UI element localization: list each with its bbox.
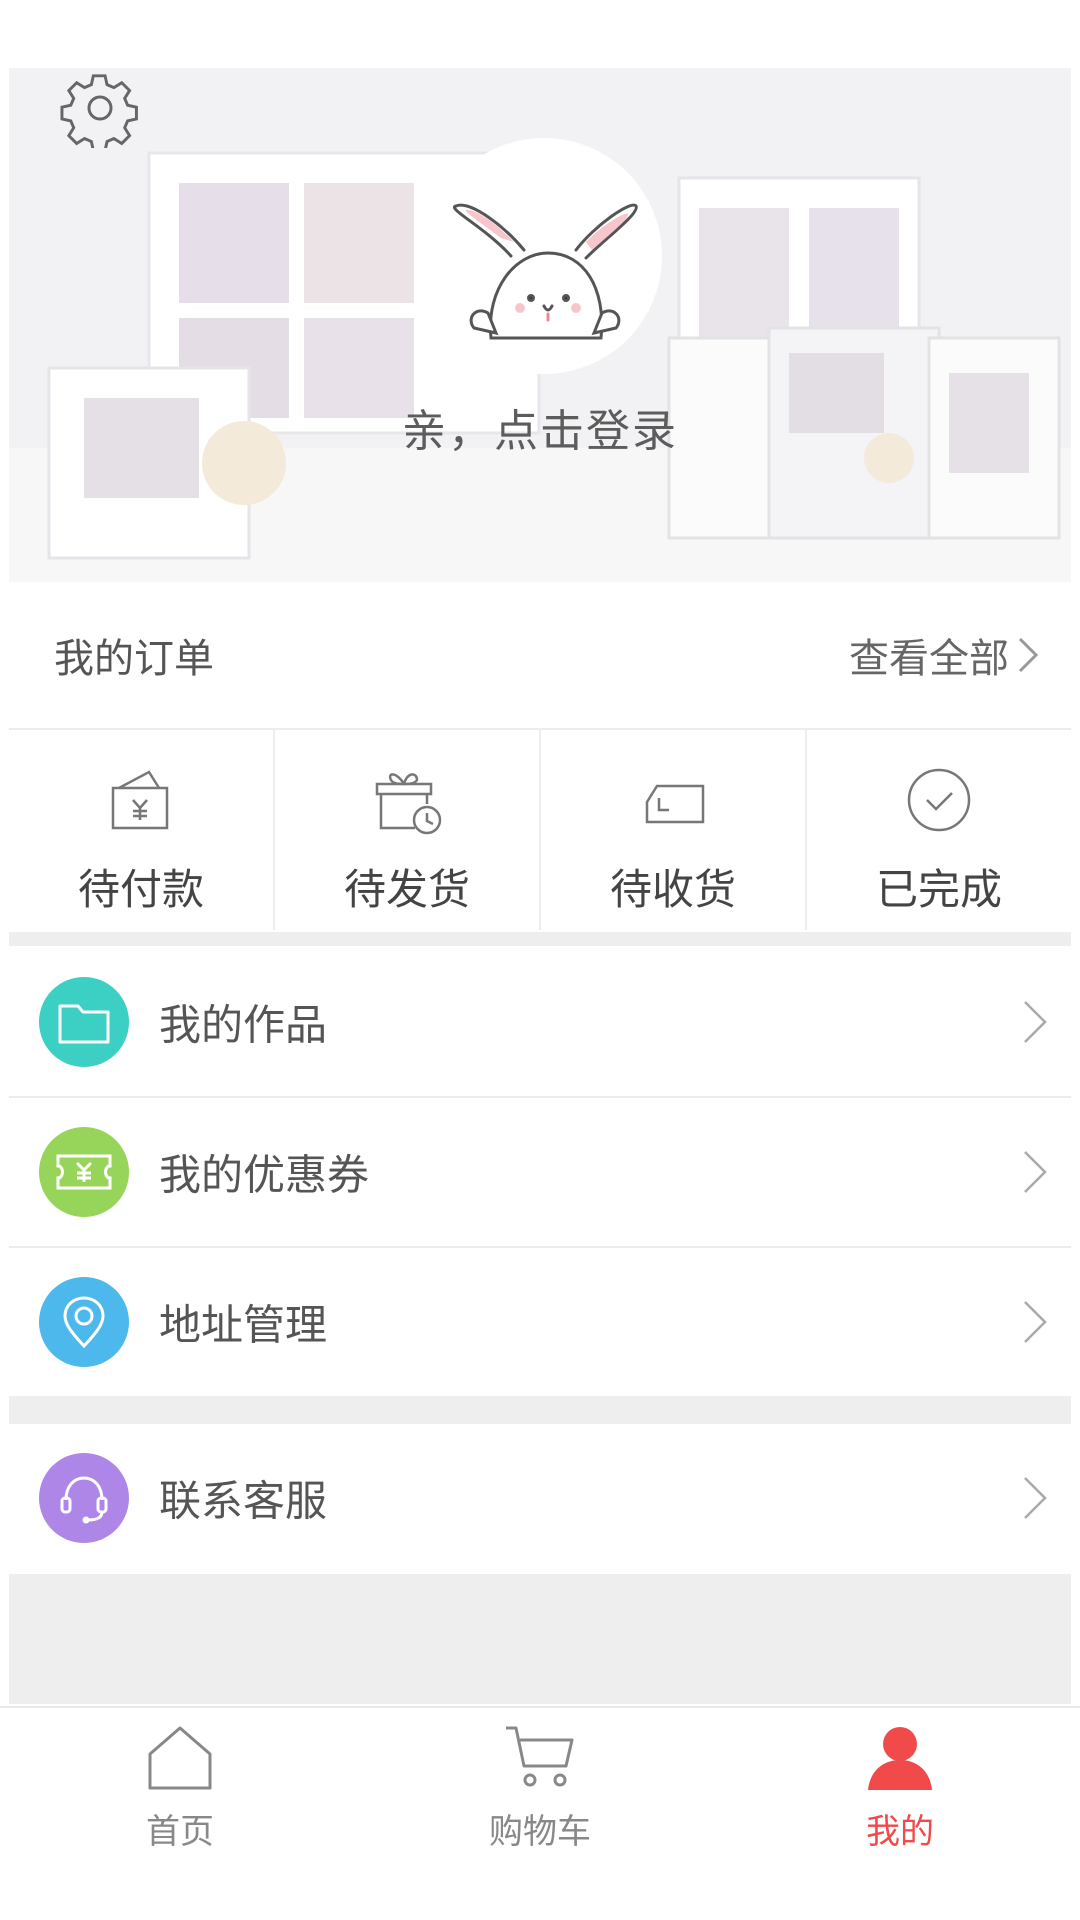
- status-pending-payment[interactable]: 待付款: [9, 730, 275, 930]
- nav-label: 购物车: [489, 1812, 591, 1852]
- menu-label: 联系客服: [159, 1476, 328, 1526]
- settings-button[interactable]: [60, 68, 140, 152]
- status-pending-shipment[interactable]: 待发货: [275, 730, 541, 930]
- user-icon: [868, 1727, 932, 1790]
- chevron-right-icon: [1018, 637, 1039, 673]
- bottom-nav: 首页 购物车 我的: [0, 1706, 1080, 1920]
- menu-label: 我的作品: [159, 1000, 328, 1050]
- nav-cart[interactable]: 购物车: [360, 1708, 720, 1920]
- gear-icon: [60, 74, 138, 152]
- chevron-right-icon: [1024, 1301, 1047, 1343]
- coupons-icon-badge: [39, 1127, 129, 1217]
- status-label: 待发货: [343, 865, 470, 914]
- location-pin-icon: [63, 1296, 105, 1349]
- profile-page: 亲，点击登录 我的订单 查看全部 待付款 待发货 待收货 已完成 我的作品 我的…: [0, 0, 1080, 1920]
- gift-clock-icon: [375, 773, 442, 835]
- address-icon-badge: [39, 1277, 129, 1367]
- wallet-yen-icon: [111, 770, 169, 830]
- menu-item-address-management[interactable]: 地址管理: [9, 1248, 1071, 1396]
- nav-label: 我的: [866, 1812, 934, 1852]
- orders-header: 我的订单 查看全部: [9, 582, 1071, 730]
- menu-label: 我的优惠券: [159, 1150, 370, 1200]
- chevron-right-icon: [1024, 1151, 1047, 1193]
- status-label: 待收货: [609, 865, 736, 914]
- empty-area: [9, 1574, 1071, 1704]
- nav-label: 首页: [146, 1812, 214, 1852]
- section-divider: [9, 1396, 1071, 1424]
- truck-icon: [645, 784, 705, 824]
- my-works-icon-badge: [39, 977, 129, 1067]
- service-icon-badge: [39, 1453, 129, 1543]
- chevron-right-icon: [1024, 1477, 1047, 1519]
- check-circle-icon: [907, 768, 971, 832]
- status-pending-receipt[interactable]: 待收货: [541, 730, 807, 930]
- order-status-row: 待付款 待发货 待收货 已完成: [9, 730, 1071, 930]
- status-label: 待付款: [77, 865, 204, 914]
- bunny-avatar-icon: [452, 203, 638, 340]
- cart-icon: [506, 1726, 574, 1787]
- folder-icon: [58, 1004, 110, 1044]
- home-icon: [148, 1726, 212, 1790]
- status-completed[interactable]: 已完成: [807, 730, 1071, 930]
- menu-label: 地址管理: [159, 1300, 328, 1350]
- menu-item-customer-service[interactable]: 联系客服: [9, 1424, 1071, 1572]
- chevron-right-icon: [1024, 1001, 1047, 1043]
- section-divider: [9, 932, 1071, 946]
- login-prompt[interactable]: 亲，点击登录: [0, 395, 1080, 459]
- headset-icon: [60, 1476, 108, 1524]
- nav-mine[interactable]: 我的: [720, 1708, 1080, 1920]
- orders-title: 我的订单: [54, 636, 214, 682]
- view-all-orders-link[interactable]: 查看全部: [849, 626, 1041, 684]
- avatar[interactable]: [426, 138, 662, 374]
- view-all-label: 查看全部: [849, 636, 1009, 682]
- menu-item-my-works[interactable]: 我的作品: [9, 948, 1071, 1098]
- status-label: 已完成: [875, 865, 1002, 914]
- coupon-yen-icon: [56, 1154, 112, 1190]
- nav-home[interactable]: 首页: [0, 1708, 360, 1920]
- menu-item-my-coupons[interactable]: 我的优惠券: [9, 1098, 1071, 1248]
